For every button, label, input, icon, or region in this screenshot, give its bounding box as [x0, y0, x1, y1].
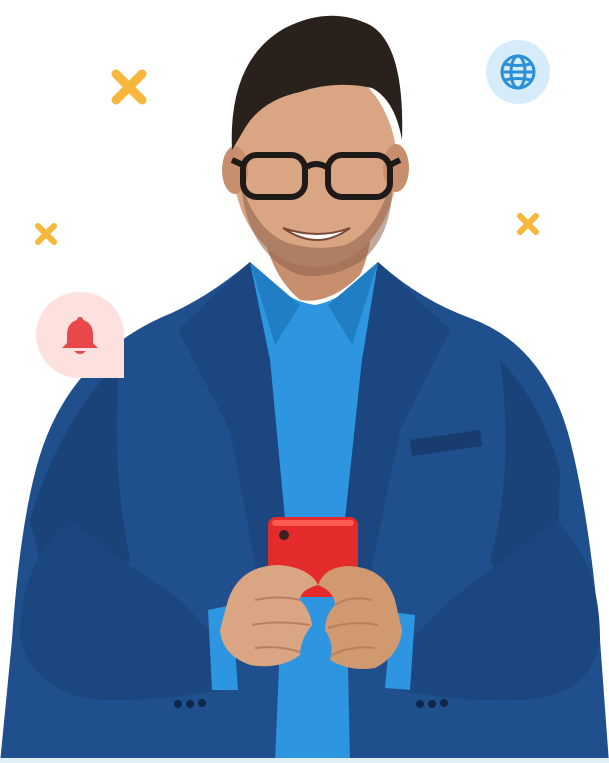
hero-illustration: [0, 0, 609, 763]
phone-camera: [279, 530, 289, 540]
notification-badge: [36, 292, 124, 378]
smartphone-highlight: [272, 520, 354, 526]
globe-icon: [500, 54, 536, 90]
sleeve-buttons-left: [174, 699, 206, 708]
sleeve-buttons-right: [416, 699, 448, 708]
globe-badge: [486, 40, 550, 104]
bottom-divider: [0, 758, 609, 763]
cross-icon: [35, 223, 57, 245]
bell-icon: [62, 317, 98, 354]
person-illustration: [0, 15, 609, 763]
cross-icon: [111, 69, 147, 105]
cross-icon: [517, 213, 539, 235]
